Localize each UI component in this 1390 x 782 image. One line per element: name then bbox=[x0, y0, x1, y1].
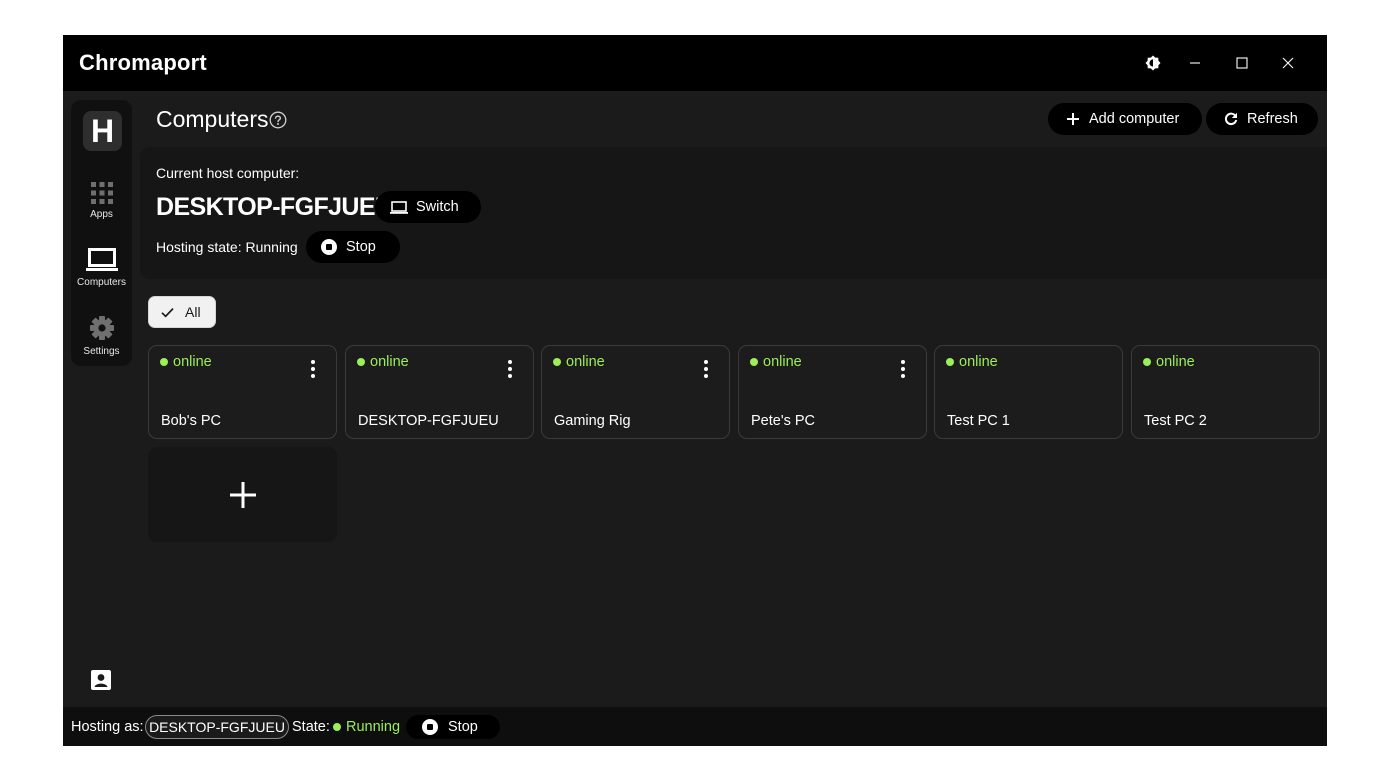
add-computer-label: Add computer bbox=[1089, 111, 1180, 127]
host-label: Current host computer: bbox=[156, 165, 300, 181]
computer-card[interactable]: online Test PC 1 bbox=[934, 345, 1123, 439]
stop-hosting-button[interactable]: Stop bbox=[306, 231, 400, 263]
computer-card[interactable]: online DESKTOP-FGFJUEU bbox=[345, 345, 534, 439]
add-computer-card[interactable] bbox=[148, 447, 337, 542]
status-badge: online bbox=[553, 354, 605, 370]
computer-name: Test PC 2 bbox=[1144, 413, 1207, 429]
page-title: Computers bbox=[156, 106, 269, 132]
stop-label: Stop bbox=[448, 719, 478, 735]
host-name: DESKTOP-FGFJUEU bbox=[156, 193, 393, 221]
stop-label: Stop bbox=[346, 239, 376, 255]
status-badge: online bbox=[1143, 354, 1195, 370]
more-options-icon[interactable] bbox=[504, 359, 516, 379]
stop-icon bbox=[321, 239, 337, 255]
app-title: Chromaport bbox=[79, 50, 207, 75]
minimize-icon[interactable] bbox=[1181, 49, 1209, 77]
check-icon bbox=[161, 307, 174, 318]
title-bar: Chromaport bbox=[63, 35, 1327, 91]
sidebar-item-label: Apps bbox=[90, 209, 113, 220]
brightness-icon[interactable] bbox=[1139, 49, 1167, 77]
refresh-icon bbox=[1224, 112, 1238, 126]
sidebar-item-label: Settings bbox=[83, 346, 120, 357]
gear-icon bbox=[89, 313, 115, 341]
filter-chip-all[interactable]: All bbox=[148, 296, 216, 328]
host-card: Current host computer: DESKTOP-FGFJUEU S… bbox=[140, 147, 1327, 279]
help-icon[interactable] bbox=[269, 111, 287, 129]
statusbar-stop-button[interactable]: Stop bbox=[406, 715, 500, 739]
maximize-icon[interactable] bbox=[1228, 49, 1256, 77]
status-badge: online bbox=[750, 354, 802, 370]
avatar[interactable]: H bbox=[83, 111, 122, 151]
sidebar-item-apps[interactable]: Apps bbox=[71, 176, 132, 236]
sidebar: H Apps Computers Settings bbox=[71, 100, 132, 366]
computer-name: Gaming Rig bbox=[554, 413, 631, 429]
refresh-label: Refresh bbox=[1247, 111, 1298, 127]
computer-card[interactable]: online Test PC 2 bbox=[1131, 345, 1320, 439]
more-options-icon[interactable] bbox=[700, 359, 712, 379]
computer-name: Bob's PC bbox=[161, 413, 221, 429]
status-badge: online bbox=[160, 354, 212, 370]
computer-name: Test PC 1 bbox=[947, 413, 1010, 429]
sidebar-item-computers[interactable]: Computers bbox=[71, 244, 132, 304]
close-icon[interactable] bbox=[1274, 49, 1302, 77]
contact-card-icon[interactable] bbox=[90, 669, 112, 691]
plus-icon bbox=[229, 481, 256, 508]
sidebar-item-settings[interactable]: Settings bbox=[71, 313, 132, 373]
refresh-button[interactable]: Refresh bbox=[1206, 103, 1318, 135]
app-window: Chromaport H Apps Computers Settings Com… bbox=[63, 35, 1327, 746]
grid-icon bbox=[90, 176, 113, 204]
more-options-icon[interactable] bbox=[897, 359, 909, 379]
more-options-icon[interactable] bbox=[307, 359, 319, 379]
laptop-icon bbox=[390, 200, 408, 214]
computer-card[interactable]: online Pete's PC bbox=[738, 345, 927, 439]
computer-card[interactable]: online Gaming Rig bbox=[541, 345, 730, 439]
switch-label: Switch bbox=[416, 199, 459, 215]
computer-name: DESKTOP-FGFJUEU bbox=[358, 413, 499, 429]
sidebar-item-label: Computers bbox=[77, 277, 126, 288]
status-bar: Hosting as: DESKTOP-FGFJUEU State: Runni… bbox=[63, 707, 1327, 746]
switch-host-button[interactable]: Switch bbox=[375, 191, 481, 223]
plus-icon bbox=[1067, 113, 1079, 125]
filter-label: All bbox=[185, 304, 201, 320]
status-badge: online bbox=[357, 354, 409, 370]
hosting-state-text: Hosting state: Running bbox=[156, 239, 298, 255]
state-label: State: bbox=[292, 719, 330, 735]
laptop-icon bbox=[85, 244, 118, 272]
stop-icon bbox=[422, 719, 438, 735]
status-badge: online bbox=[946, 354, 998, 370]
hosting-name-chip: DESKTOP-FGFJUEU bbox=[145, 715, 289, 739]
computer-card[interactable]: online Bob's PC bbox=[148, 345, 337, 439]
state-value: Running bbox=[333, 719, 400, 735]
hosting-as-label: Hosting as: bbox=[71, 719, 144, 735]
computer-name: Pete's PC bbox=[751, 413, 816, 429]
add-computer-button[interactable]: Add computer bbox=[1048, 103, 1202, 135]
